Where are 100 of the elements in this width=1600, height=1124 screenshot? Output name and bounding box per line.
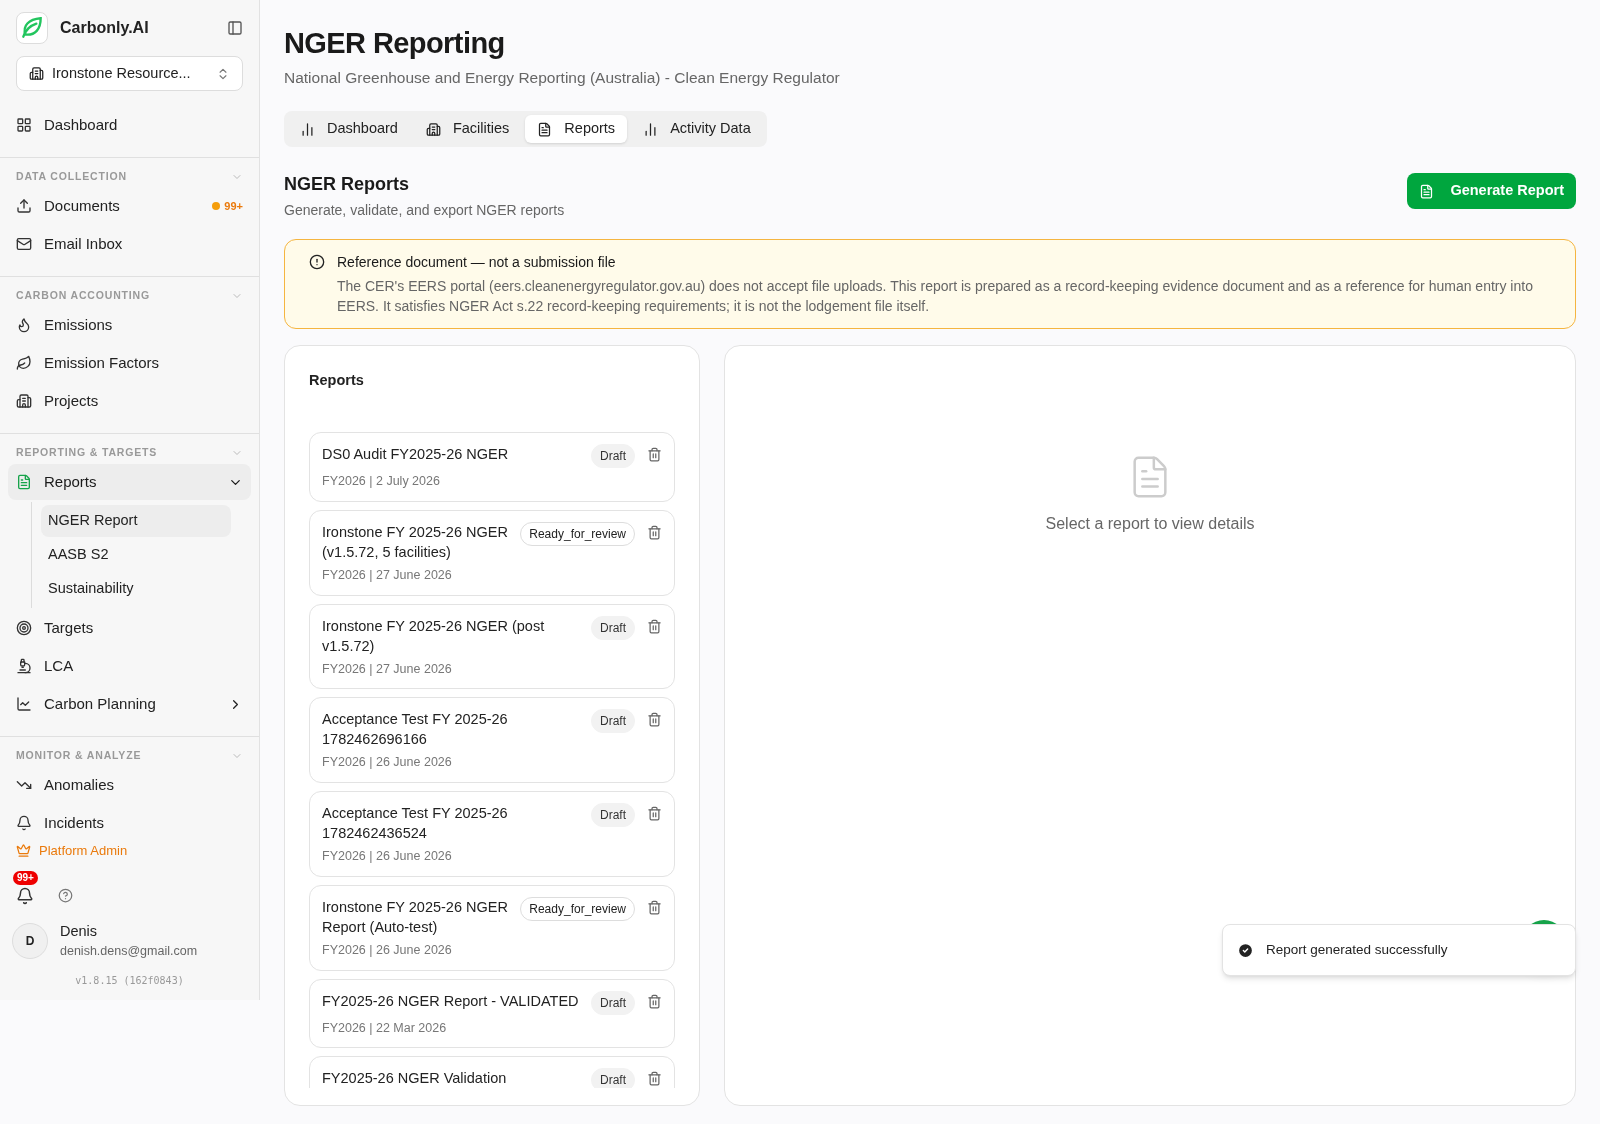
trash-icon[interactable]	[647, 447, 662, 462]
count-label: 99+	[224, 198, 243, 214]
report-meta: FY2026 | 26 June 2026	[322, 754, 453, 772]
report-title: FY2025-26 NGER Validation	[322, 1069, 508, 1088]
report-title: Acceptance Test FY 2025-26 1782462436524	[322, 804, 509, 843]
section-title: NGER Reports	[284, 173, 410, 197]
bell-icon	[16, 815, 32, 831]
status-tag: Draft	[591, 803, 635, 827]
report-card[interactable]: Ironstone FY 2025-26 NGER (v1.5.72, 5 facilities) Ready_for_review FY2026 | 27 June 2026	[309, 509, 675, 596]
nav-item[interactable]: Projects	[8, 383, 251, 419]
organization-selector[interactable]: Ironstone Resource...	[16, 56, 243, 91]
target-icon	[16, 620, 32, 636]
bar-chart-icon	[643, 121, 659, 137]
report-card[interactable]: Acceptance Test FY 2025-26 1782462696166 Draft FY2026 | 26 June 2026	[309, 697, 675, 783]
brand-name: Carbonly.AI	[60, 18, 150, 38]
section-heading: MONITOR & ANALYZE	[16, 748, 143, 764]
building-icon	[425, 121, 441, 137]
nav-item[interactable]: Documents 99+	[8, 188, 251, 224]
trash-icon[interactable]	[647, 524, 662, 540]
section-heading: DATA COLLECTION	[16, 169, 128, 185]
report-card[interactable]: Acceptance Test FY 2025-26 1782462436524 Draft FY2026 | 26 June 2026	[309, 791, 675, 877]
logo	[16, 12, 48, 44]
trash-icon[interactable]	[647, 1071, 662, 1087]
tab[interactable]: Dashboard	[288, 115, 410, 144]
section-heading: REPORTING & TARGETS	[16, 445, 159, 461]
report-card[interactable]: FY2025-26 NGER Report - VALIDATED Draft FY2026 | 22 Mar 2026	[309, 978, 675, 1049]
status-tag: Ready_for_review	[520, 896, 635, 921]
toast-message: Report generated successfully	[1266, 940, 1448, 959]
report-card[interactable]: FY2025-26 NGER Validation Draft	[309, 1056, 675, 1088]
report-title: Acceptance Test FY 2025-26 1782462696166	[322, 710, 509, 750]
tab[interactable]: Reports	[525, 115, 628, 144]
leaf-icon	[16, 355, 32, 371]
panel-title: Reports	[309, 371, 365, 391]
help-icon[interactable]	[58, 888, 73, 903]
report-meta: FY2026 | 27 June 2026	[322, 566, 453, 584]
page-subtitle: National Greenhouse and Energy Reporting (Australia) - Clean Energy Regulator	[284, 68, 841, 88]
report-meta: FY2026 | 26 June 2026	[322, 848, 453, 865]
nav-item[interactable]: Dashboard	[8, 107, 251, 143]
status-tag: Draft	[591, 990, 635, 1015]
line-chart-icon	[16, 696, 32, 712]
nav-item[interactable]: Emissions	[8, 307, 251, 343]
trash-icon[interactable]	[647, 993, 662, 1009]
report-meta: FY2026 | 22 Mar 2026	[322, 1019, 448, 1037]
section-subtitle: Generate, validate, and export NGER reports	[284, 201, 566, 221]
sub-nav-item[interactable]: Sustainability	[41, 573, 231, 605]
report-title: DS0 Audit FY2025-26 NGER	[322, 445, 510, 464]
sub-nav-item[interactable]: AASB S2	[41, 539, 231, 571]
trash-icon[interactable]	[647, 806, 662, 821]
crown-icon	[16, 843, 31, 859]
grid-icon	[16, 117, 32, 133]
document-icon	[16, 474, 32, 490]
empty-state-text: Select a report to view details	[1045, 514, 1255, 535]
sidebar-toggle-icon[interactable]	[227, 20, 243, 36]
document-icon	[537, 121, 553, 137]
building-icon	[16, 393, 32, 409]
notice-title: Reference document — not a submission file	[337, 253, 617, 273]
user-email: denish.dens@gmail.com	[60, 943, 198, 961]
nav-item[interactable]: Incidents	[8, 805, 251, 835]
microscope-icon	[16, 658, 32, 674]
tab[interactable]: Activity Data	[631, 115, 763, 144]
check-circle-icon	[1237, 941, 1254, 959]
report-card[interactable]: Ironstone FY 2025-26 NGER Report (Auto-test) Ready_for_review FY2026 | 26 June 2026	[309, 884, 675, 971]
flame-icon	[16, 317, 32, 333]
user-name: Denis	[60, 921, 99, 941]
sub-nav-item[interactable]: NGER Report	[41, 505, 231, 537]
report-meta: FY2026 | 27 June 2026	[322, 660, 453, 678]
trash-icon[interactable]	[647, 618, 662, 634]
status-tag: Draft	[591, 709, 635, 734]
status-tag: Draft	[591, 444, 635, 468]
report-title: Ironstone FY 2025-26 NGER (v1.5.72, 5 facilities)	[322, 522, 509, 562]
status-tag: Draft	[591, 1068, 635, 1088]
mail-icon	[16, 236, 32, 252]
report-card[interactable]: Ironstone FY 2025-26 NGER (post v1.5.72) Draft FY2026 | 27 June 2026	[309, 603, 675, 690]
nav-item[interactable]: Carbon Planning	[8, 686, 251, 722]
trash-icon[interactable]	[647, 899, 662, 915]
nav-item[interactable]: Targets	[8, 610, 251, 646]
alert-icon	[309, 254, 325, 271]
report-card[interactable]: DS0 Audit FY2025-26 NGER Draft FY2026 | 2 July 2026	[309, 432, 675, 502]
nav-item[interactable]: Emission Factors	[8, 345, 251, 381]
bar-chart-icon	[300, 121, 315, 137]
page-title: NGER Reporting	[284, 26, 506, 61]
bell-icon[interactable]	[16, 886, 34, 905]
nav-item[interactable]: Anomalies	[8, 767, 251, 803]
notification-badge: 99+	[13, 870, 38, 885]
nav-item[interactable]: LCA	[8, 648, 251, 684]
nav-item[interactable]: Email Inbox	[8, 226, 251, 262]
building-icon	[29, 66, 44, 81]
report-meta: FY2026 | 26 June 2026	[322, 941, 453, 959]
nav-item[interactable]: Reports	[8, 464, 251, 500]
trash-icon[interactable]	[647, 712, 662, 728]
document-icon	[1419, 183, 1435, 199]
report-meta: FY2026 | 2 July 2026	[322, 473, 441, 490]
report-title: FY2025-26 NGER Report - VALIDATED	[322, 991, 580, 1011]
status-tag: Ready_for_review	[520, 521, 635, 546]
tab[interactable]: Facilities	[413, 115, 522, 144]
version-label: v1.8.15 (162f0843)	[74, 974, 185, 988]
report-title: Ironstone FY 2025-26 NGER Report (Auto-test)	[322, 897, 509, 937]
report-title: Ironstone FY 2025-26 NGER (post v1.5.72)	[322, 616, 546, 656]
upload-icon	[16, 198, 32, 214]
avatar: D	[12, 922, 48, 959]
